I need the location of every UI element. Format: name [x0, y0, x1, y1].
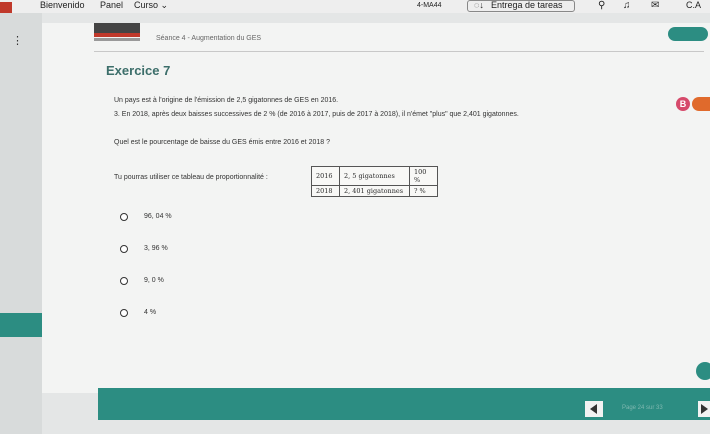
notification-icon[interactable]: ♫	[623, 0, 631, 11]
next-page-button[interactable]	[698, 401, 710, 417]
answer-label: 96, 04 %	[144, 213, 172, 220]
lesson-card: Séance 4 - Augmentation du GES Exercice …	[42, 23, 710, 393]
search-icon[interactable]: ⚲	[598, 0, 605, 11]
proportionality-table: 2016 2, 5 gigatonnes 100 % 2018 2, 401 g…	[311, 166, 438, 197]
menu-dots-icon[interactable]: ⋮	[12, 34, 23, 47]
left-sidebar	[0, 13, 42, 434]
nav-bienvenido[interactable]: Bienvenido	[40, 0, 85, 11]
table-cell: 2016	[311, 166, 340, 186]
answer-label: 4 %	[144, 309, 157, 316]
table-cell: ? %	[409, 185, 438, 197]
table-intro: Tu pourras utiliser ce tableau de propor…	[114, 174, 268, 181]
radio-button[interactable]	[120, 245, 128, 253]
mail-icon[interactable]: ✉	[651, 0, 659, 11]
table-row: 2016 2, 5 gigatonnes 100 %	[311, 166, 438, 186]
course-logo-stripe-2	[94, 38, 140, 41]
nav-panel[interactable]: Panel	[100, 0, 123, 11]
answer-label: 3, 96 %	[144, 245, 168, 252]
exercise-question: Quel est le pourcentage de baisse du GES…	[114, 139, 330, 146]
exercise-title: Exercice 7	[106, 63, 171, 78]
exercise-statement-2: 3. En 2018, après deux baisses successiv…	[114, 111, 519, 118]
radio-button[interactable]	[120, 309, 128, 317]
header-divider	[94, 51, 704, 52]
table-cell: 2, 401 gigatonnes	[339, 185, 410, 197]
table-cell: 2, 5 gigatonnes	[339, 166, 410, 186]
tareas-label: Entrega de tareas	[491, 0, 563, 10]
table-cell: 100 %	[409, 166, 438, 186]
radio-button[interactable]	[120, 213, 128, 221]
previous-page-button[interactable]	[585, 401, 603, 417]
table-cell: 2018	[311, 185, 340, 197]
side-circle-button[interactable]	[696, 362, 710, 380]
nav-curso[interactable]: Curso ⌄	[134, 0, 168, 11]
page-indicator: Page 24 sur 33	[622, 405, 663, 411]
table-row: 2018 2, 401 gigatonnes ? %	[311, 185, 438, 197]
menu-toggle-button[interactable]	[668, 27, 708, 41]
sidebar-teal-block	[0, 313, 42, 337]
side-tab[interactable]	[692, 97, 710, 111]
accessibility-badge[interactable]: B	[676, 97, 690, 111]
user-initials[interactable]: C.A	[686, 0, 701, 11]
course-code: 4-MA44	[417, 2, 442, 9]
exercise-statement-1: Un pays est à l'origine de l'émission de…	[114, 97, 339, 104]
app-logo-icon	[0, 2, 12, 13]
top-bar: Bienvenido Panel Curso ⌄ 4-MA44 ◌↓ Entre…	[0, 0, 710, 13]
tareas-icon: ◌↓	[474, 0, 484, 10]
answer-label: 9, 0 %	[144, 277, 164, 284]
lesson-breadcrumb: Séance 4 - Augmentation du GES	[156, 35, 262, 42]
radio-button[interactable]	[120, 277, 128, 285]
bottom-nav-bar: Page 24 sur 33	[98, 388, 710, 420]
course-logo-stripe	[94, 33, 140, 37]
course-logo	[94, 23, 140, 33]
